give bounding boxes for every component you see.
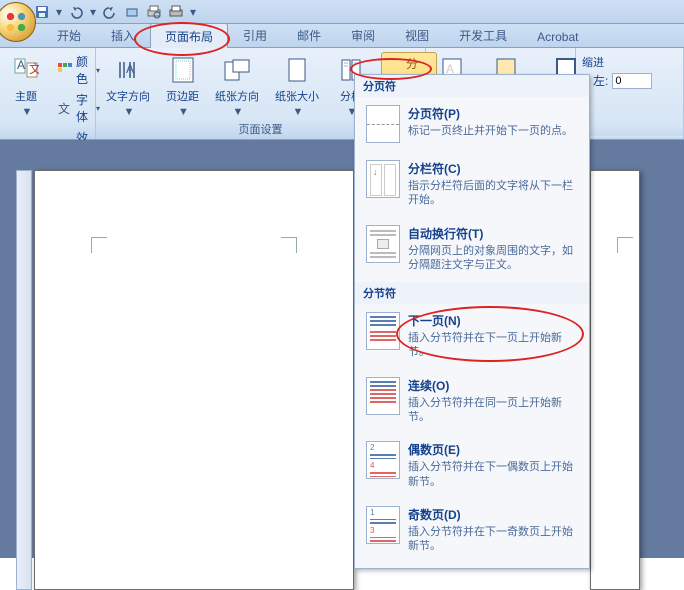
themes-button[interactable]: A文 主题 ▼	[6, 52, 46, 120]
margins-icon	[167, 54, 199, 86]
dd-text-wrapping-break[interactable]: 自动换行符(T)分隔网页上的对象周围的文字，如分隔题注文字与正文。	[357, 218, 587, 282]
column-break-icon: ↓	[366, 160, 400, 198]
qat-dropdown-icon[interactable]: ▾	[54, 5, 64, 19]
dd-continuous[interactable]: 连续(O)插入分节符并在同一页上开始新节。	[357, 370, 587, 434]
print-icon[interactable]	[166, 2, 186, 22]
next-page-icon	[366, 312, 400, 350]
tab-acrobat[interactable]: Acrobat	[522, 25, 593, 47]
page-break-icon	[366, 105, 400, 143]
print-preview-icon[interactable]	[144, 2, 164, 22]
tab-review[interactable]: 审阅	[336, 22, 390, 47]
even-page-icon: 24	[366, 441, 400, 479]
document-page-1[interactable]	[34, 170, 354, 590]
themes-label: 主题	[15, 88, 37, 104]
ribbon-tabs: 开始 插入 页面布局 引用 邮件 审阅 视图 开发工具 Acrobat	[0, 24, 684, 48]
margin-corner-icon	[281, 237, 297, 253]
svg-text:文: 文	[58, 101, 70, 115]
dd-odd-page[interactable]: 13 奇数页(D)插入分节符并在下一奇数页上开始新节。	[357, 499, 587, 563]
fonts-icon: 文	[58, 100, 72, 116]
dd-column-break[interactable]: ↓ 分栏符(C)指示分栏符后面的文字将从下一栏开始。	[357, 153, 587, 217]
indent-right-row: ≡	[582, 91, 652, 105]
qat-more-icon[interactable]: ▾	[188, 5, 198, 19]
indent-left-row: ≡ 左:	[582, 72, 652, 89]
odd-page-icon: 13	[366, 506, 400, 544]
tab-references[interactable]: 引用	[228, 22, 282, 47]
breaks-dropdown: 分页符 分页符(P)标记一页终止并开始下一页的点。 ↓ 分栏符(C)指示分栏符后…	[354, 74, 590, 569]
tab-view[interactable]: 视图	[390, 22, 444, 47]
tab-developer[interactable]: 开发工具	[444, 22, 522, 47]
indent-left-input[interactable]	[612, 73, 652, 89]
dd-next-page[interactable]: 下一页(N)插入分节符并在下一页上开始新节。	[357, 305, 587, 369]
indent-left-label: 左:	[593, 72, 608, 89]
dd-page-break[interactable]: 分页符(P)标记一页终止并开始下一页的点。	[357, 98, 587, 152]
orientation-icon	[221, 54, 253, 86]
themes-icon: A文	[10, 54, 42, 86]
group-indent: 缩进 ≡ 左: ≡	[576, 48, 684, 139]
dd-even-page[interactable]: 24 偶数页(E)插入分节符并在下一偶数页上开始新节。	[357, 434, 587, 498]
qat-icon-1[interactable]	[122, 2, 142, 22]
orientation-button[interactable]: 纸张方向▼	[211, 52, 263, 120]
text-direction-icon: A	[112, 54, 144, 86]
tab-page-layout[interactable]: 页面布局	[150, 23, 228, 48]
margin-corner-icon	[617, 237, 633, 253]
svg-text:A: A	[17, 58, 25, 72]
indent-heading: 缩进	[582, 54, 652, 70]
vertical-ruler[interactable]	[16, 170, 32, 590]
continuous-icon	[366, 377, 400, 415]
group-theme: A文 主题 ▼ 颜色▾ 文字体▾ 效果▾ 主题	[0, 48, 96, 139]
size-button[interactable]: 纸张大小▼	[271, 52, 323, 120]
quick-access-toolbar: ▾ ▾ ▾	[0, 0, 684, 24]
svg-text:A: A	[126, 62, 134, 76]
undo-icon[interactable]	[66, 2, 86, 22]
size-icon	[281, 54, 313, 86]
tab-home[interactable]: 开始	[42, 22, 96, 47]
colors-icon	[58, 62, 72, 78]
margin-corner-icon	[91, 237, 107, 253]
redo-icon[interactable]	[100, 2, 120, 22]
dd-section-page-breaks: 分页符	[355, 75, 589, 97]
chevron-down-icon: ▼	[22, 106, 33, 118]
text-wrapping-icon	[366, 225, 400, 263]
fonts-label: 字体	[76, 91, 90, 125]
text-direction-button[interactable]: A文字方向▼	[102, 52, 154, 120]
margins-button[interactable]: 页边距▼	[162, 52, 203, 120]
dd-section-section-breaks: 分节符	[355, 282, 589, 304]
document-page-2[interactable]	[590, 170, 640, 590]
svg-text:文: 文	[29, 61, 39, 76]
undo-dropdown-icon[interactable]: ▾	[88, 5, 98, 19]
colors-label: 颜色	[76, 53, 90, 87]
tab-mailings[interactable]: 邮件	[282, 22, 336, 47]
tab-insert[interactable]: 插入	[96, 22, 150, 47]
